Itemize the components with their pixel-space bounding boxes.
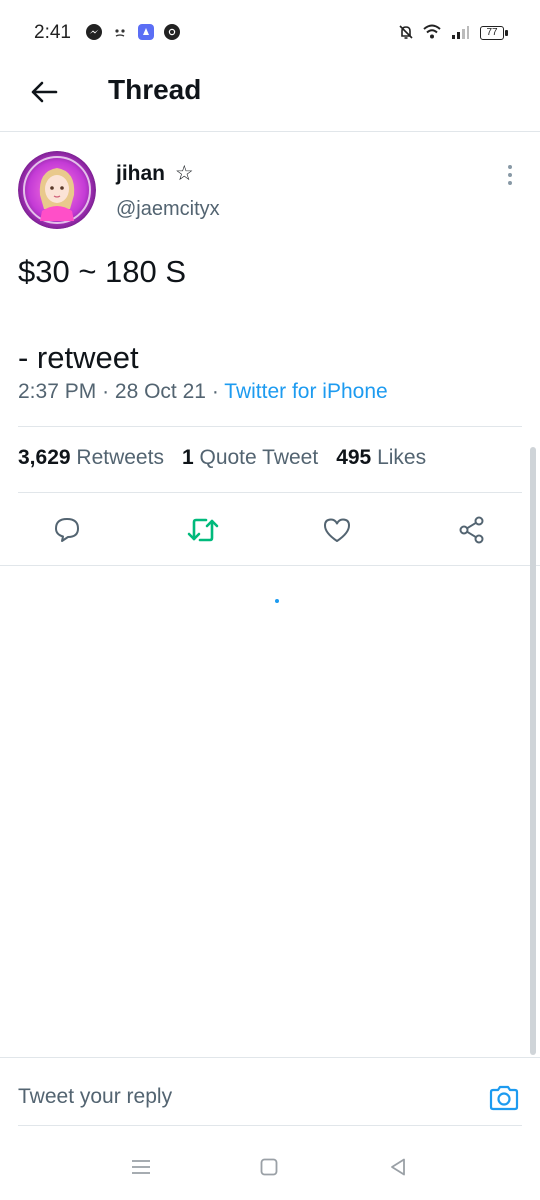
status-time: 2:41 (34, 22, 71, 43)
battery-icon: 77 (480, 26, 504, 40)
more-options-button[interactable] (498, 160, 522, 190)
system-back-button[interactable] (378, 1150, 418, 1184)
home-button[interactable] (249, 1150, 289, 1184)
app-icon (136, 22, 156, 42)
avatar[interactable] (18, 151, 96, 229)
tweet-date[interactable]: 28 Oct 21 (115, 380, 206, 403)
stats-divider (18, 492, 522, 493)
square-icon (260, 1158, 278, 1176)
recents-button[interactable] (121, 1150, 161, 1184)
cat-icon (110, 22, 130, 42)
tweet-stats: 3,629 Retweets 1 Quote Tweet 495 Likes (18, 446, 426, 470)
retweets-label: Retweets (76, 446, 164, 469)
author-name[interactable]: jihan ☆ (116, 161, 194, 186)
bell-off-icon (396, 22, 416, 42)
wifi-icon (422, 22, 442, 42)
likes-stat[interactable]: 495 Likes (336, 446, 426, 470)
signal-icon (450, 22, 470, 42)
heart-icon (324, 518, 350, 542)
likes-label: Likes (377, 446, 427, 469)
like-button[interactable] (317, 510, 357, 550)
reply-divider (0, 1057, 540, 1058)
quotes-count: 1 (181, 446, 194, 469)
triangle-back-icon (391, 1158, 405, 1176)
scrollbar[interactable] (530, 447, 536, 1055)
star-badge-icon: ☆ (174, 162, 194, 185)
retweet-icon (187, 518, 219, 542)
retweets-count: 3,629 (18, 446, 71, 469)
share-icon (459, 516, 484, 544)
nav-divider (18, 1125, 522, 1126)
loading-indicator (275, 599, 279, 603)
meta-separator: · (211, 380, 219, 403)
reply-input[interactable] (18, 1080, 458, 1114)
camera-icon (489, 1085, 519, 1111)
meta-separator: · (102, 380, 110, 403)
tweet-source-link[interactable]: Twitter for iPhone (224, 380, 387, 403)
retweets-stat[interactable]: 3,629 Retweets (18, 446, 164, 470)
share-button[interactable] (452, 510, 492, 550)
actions-divider (0, 565, 540, 566)
page-title: Thread (108, 74, 202, 105)
messenger-icon (84, 22, 104, 42)
more-dot-icon (508, 165, 512, 169)
author-name-text[interactable]: jihan (116, 162, 165, 185)
menu-lines-icon (132, 1160, 150, 1174)
tweet-meta: 2:37 PM · 28 Oct 21 · Twitter for iPhone (18, 380, 388, 404)
retweet-button[interactable] (183, 510, 223, 550)
more-dot-icon (508, 181, 512, 185)
quotes-stat[interactable]: 1 Quote Tweet (182, 446, 318, 470)
header-divider (0, 131, 540, 132)
author-handle[interactable]: @jaemcityx (116, 198, 220, 221)
reply-icon (55, 518, 79, 542)
meta-divider (18, 426, 522, 427)
status-bar: 2:41 77 (0, 0, 540, 64)
tweet-text: $30 ~ 180 S - retweet (18, 254, 187, 375)
back-button[interactable] (22, 70, 66, 114)
camera-button[interactable] (484, 1078, 524, 1118)
arrow-left-icon (31, 81, 58, 103)
quotes-label: Quote Tweet (199, 446, 319, 469)
more-dot-icon (508, 173, 512, 177)
chrome-icon (162, 22, 182, 42)
reply-button[interactable] (47, 510, 87, 550)
likes-count: 495 (336, 446, 372, 469)
battery-tip (505, 30, 508, 36)
tweet-time[interactable]: 2:37 PM (18, 380, 96, 403)
